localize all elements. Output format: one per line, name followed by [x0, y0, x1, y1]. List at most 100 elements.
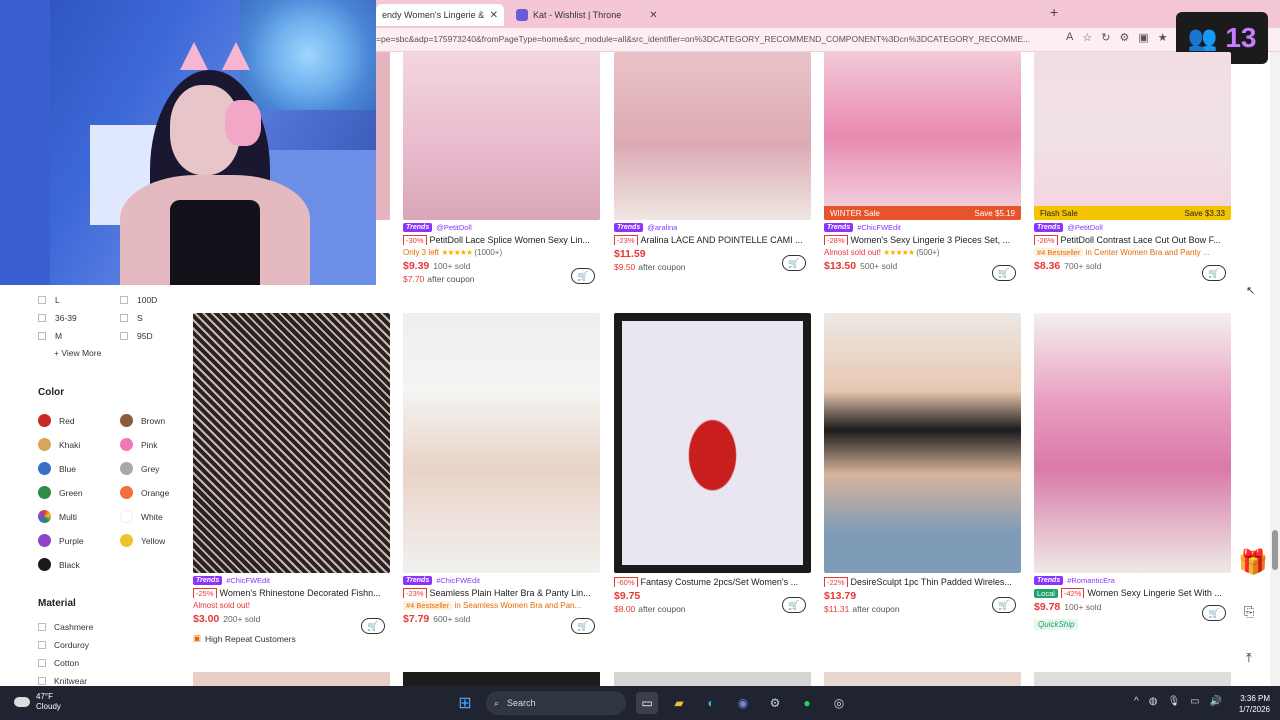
color-option-blue[interactable]: Blue [38, 462, 76, 475]
collections-icon[interactable]: ▣ [1138, 31, 1148, 44]
partial-product-image[interactable] [376, 52, 390, 220]
color-option-yellow[interactable]: Yellow [120, 534, 165, 547]
color-option-khaki[interactable]: Khaki [38, 438, 80, 451]
swatch[interactable] [120, 534, 133, 547]
material-option[interactable]: Corduroy [38, 640, 89, 650]
extensions-icon[interactable]: ⚙ [1119, 31, 1129, 44]
product-title[interactable]: -25% Women's Rhinestone Decorated Fishn..… [193, 588, 391, 598]
back-to-top-icon[interactable]: ⤒ [1246, 650, 1252, 666]
product-image[interactable] [403, 313, 600, 573]
product-card[interactable]: -22% DesireSculpt 1pc Thin Padded Wireles… [824, 313, 1022, 614]
size-option[interactable]: 36-39 [38, 313, 77, 323]
product-image[interactable] [403, 52, 600, 220]
display-icon[interactable]: ▭ [1190, 696, 1199, 707]
size-option[interactable]: M [38, 331, 62, 341]
size-option[interactable]: L [38, 295, 60, 305]
refresh-icon[interactable]: ↻ [1101, 31, 1110, 44]
swatch[interactable] [120, 486, 133, 499]
edge-browser-icon[interactable]: ◐ [700, 692, 722, 714]
obs-icon[interactable]: ◎ [828, 692, 850, 714]
swatch[interactable] [38, 558, 51, 571]
add-to-cart-button[interactable]: 🛒 [782, 255, 806, 271]
product-image[interactable]: Flash Sale Save $3.33 [1034, 52, 1231, 220]
windows-start-icon[interactable]: ⊞ [454, 692, 476, 714]
product-card[interactable]: Flash Sale Save $3.33 Trends @PetitDoll -2… [1034, 52, 1232, 281]
brand-tag[interactable]: @PetitDoll [1067, 223, 1103, 232]
swatch[interactable] [120, 414, 133, 427]
product-card[interactable]: -60% Fantasy Costume 2pcs/Set Women's ...… [614, 313, 812, 614]
task-view-icon[interactable]: ▭ [636, 692, 658, 714]
color-option-purple[interactable]: Purple [38, 534, 84, 547]
partial-product-image[interactable] [403, 672, 600, 686]
product-title[interactable]: -23% Aralina LACE AND POINTELLE CAMI ... [614, 235, 812, 245]
page-scrollbar[interactable] [1270, 52, 1280, 686]
material-option[interactable]: Cashmere [38, 622, 93, 632]
size-option[interactable]: 100D [120, 295, 157, 305]
color-option-white[interactable]: White [120, 510, 163, 523]
size-option[interactable]: S [120, 313, 143, 323]
product-image[interactable]: WINTER Sale Save $5.19 [824, 52, 1021, 220]
swatch[interactable] [120, 438, 133, 451]
product-title[interactable]: -23% Seamless Plain Halter Bra & Panty Li… [403, 588, 601, 598]
product-title[interactable]: Local -42% Women Sexy Lingerie Set With ..… [1034, 588, 1232, 598]
partial-product-image[interactable] [614, 672, 811, 686]
add-to-cart-button[interactable]: 🛒 [1202, 265, 1226, 281]
tab-lingerie[interactable]: endy Women's Lingerie & Loung ✕ [376, 4, 504, 26]
checkbox[interactable] [38, 641, 46, 649]
swatch[interactable] [38, 534, 51, 547]
checkbox[interactable] [38, 659, 46, 667]
taskbar-search[interactable]: ⌕ Search [486, 691, 626, 715]
checkbox[interactable] [120, 332, 128, 340]
partial-product-image[interactable] [824, 672, 1021, 686]
product-title[interactable]: -28% Women's Sexy Lingerie 3 Pieces Set, … [824, 235, 1022, 245]
swatch[interactable] [120, 510, 133, 523]
swatch[interactable] [38, 486, 51, 499]
add-to-cart-button[interactable]: 🛒 [992, 597, 1016, 613]
partial-product-image[interactable] [1034, 672, 1231, 686]
checkbox[interactable] [120, 314, 128, 322]
save-later-icon[interactable]: ⎘ [1244, 604, 1254, 620]
product-card[interactable]: Trends @aralina -23% Aralina LACE AND POIN… [614, 52, 812, 272]
view-more-link[interactable]: + View More [54, 348, 101, 358]
product-image[interactable] [1034, 313, 1231, 573]
color-option-red[interactable]: Red [38, 414, 75, 427]
chevron-up-icon[interactable]: ^ [1134, 696, 1139, 707]
partial-product-image[interactable] [193, 672, 390, 686]
color-option-black[interactable]: Black [38, 558, 80, 571]
material-option[interactable]: Knitwear [38, 676, 87, 686]
color-option-brown[interactable]: Brown [120, 414, 165, 427]
read-aloud-icon[interactable]: A [1066, 31, 1073, 44]
brand-tag[interactable]: @aralina [647, 223, 677, 232]
color-option-grey[interactable]: Grey [120, 462, 159, 475]
new-tab-button[interactable]: + [1050, 4, 1058, 20]
clock[interactable]: 3:36 PM 1/7/2026 [1230, 693, 1270, 715]
product-image[interactable] [614, 52, 811, 220]
scrollbar-thumb[interactable] [1272, 530, 1278, 570]
swatch[interactable] [38, 462, 51, 475]
add-to-cart-button[interactable]: 🛒 [1202, 605, 1226, 621]
checkbox[interactable] [38, 296, 46, 304]
material-option[interactable]: Cotton [38, 658, 79, 668]
spotify-icon[interactable]: ● [796, 692, 818, 714]
checkbox[interactable] [38, 623, 46, 631]
product-title[interactable]: -60% Fantasy Costume 2pcs/Set Women's ... [614, 577, 812, 587]
checkbox[interactable] [120, 296, 128, 304]
brand-tag[interactable]: #ChicFWEdit [226, 576, 270, 585]
steam-icon[interactable]: ⚙ [764, 692, 786, 714]
swatch[interactable] [38, 438, 51, 451]
color-option-orange[interactable]: Orange [120, 486, 169, 499]
product-card[interactable]: Trends #ChicFWEdit -25% Women's Rhinestone… [193, 313, 391, 644]
tab-throne-wishlist[interactable]: Kat - Wishlist | Throne ✕ [510, 4, 670, 26]
product-image[interactable] [824, 313, 1021, 573]
product-image[interactable] [614, 313, 811, 573]
add-to-cart-button[interactable]: 🛒 [571, 268, 595, 284]
microphone-icon[interactable]: 🎙 [1167, 696, 1180, 707]
product-card[interactable]: WINTER Sale Save $5.19 Trends #ChicFWEdit … [824, 52, 1022, 281]
checkbox[interactable] [38, 677, 46, 685]
swatch[interactable] [120, 462, 133, 475]
color-option-multi[interactable]: Multi [38, 510, 77, 523]
network-icon[interactable]: ◍ [1149, 696, 1158, 707]
add-to-cart-button[interactable]: 🛒 [992, 265, 1016, 281]
color-option-green[interactable]: Green [38, 486, 83, 499]
close-icon[interactable]: ✕ [649, 10, 657, 21]
